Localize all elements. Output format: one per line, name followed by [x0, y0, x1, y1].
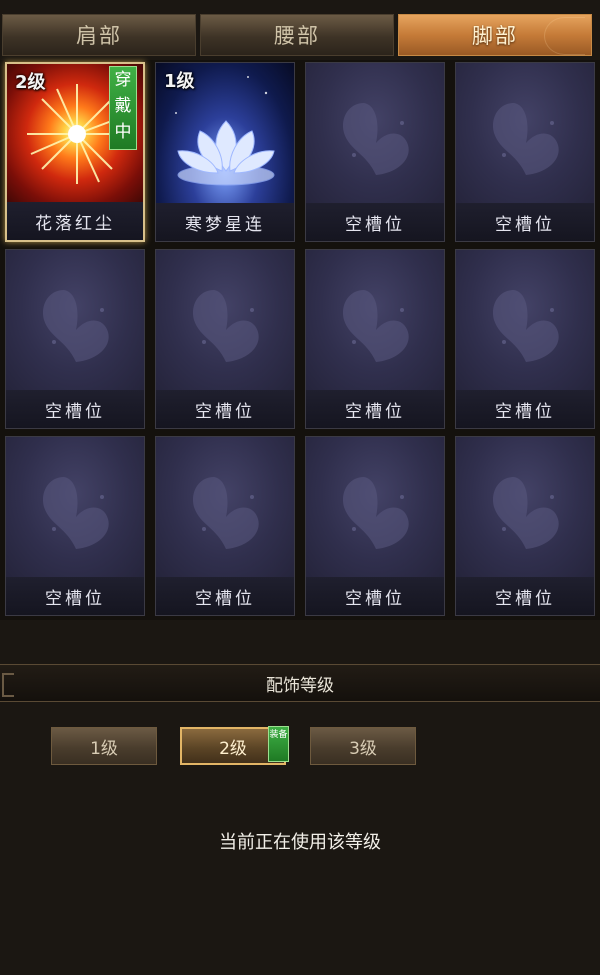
item-name: 花落红尘: [7, 202, 143, 240]
empty-slot[interactable]: 空槽位: [155, 249, 295, 429]
empty-slot[interactable]: 空槽位: [455, 62, 595, 242]
empty-slot[interactable]: 空槽位: [5, 249, 145, 429]
butterfly-icon: [342, 290, 409, 362]
accessory-grid: 2级 穿戴中 花落红尘 1级 寒梦星连 空槽位 空槽位 空槽位 空槽位 空槽位 …: [0, 60, 600, 620]
slot-label: 空槽位: [306, 203, 444, 241]
empty-slot[interactable]: 空槽位: [305, 436, 445, 616]
cloud-ornament-icon: [544, 17, 585, 55]
accessory-slot[interactable]: 1级 寒梦星连: [155, 62, 295, 242]
butterfly-icon: [342, 477, 409, 549]
slot-label: 空槽位: [456, 577, 594, 615]
level-section-title: 配饰等级: [266, 675, 334, 696]
tab-feet-label: 脚部: [472, 24, 518, 48]
tab-feet[interactable]: 脚部: [398, 14, 592, 56]
equipped-tag: 装备: [268, 726, 289, 762]
slot-label: 空槽位: [6, 390, 144, 428]
accessory-slot[interactable]: 2级 穿戴中 花落红尘: [5, 62, 145, 242]
empty-slot[interactable]: 空槽位: [155, 436, 295, 616]
butterfly-icon: [192, 477, 259, 549]
butterfly-icon: [492, 103, 559, 175]
level-3-button[interactable]: 3级: [310, 727, 416, 765]
level-section-header: 配饰等级: [0, 664, 600, 702]
equipped-badge: 穿戴中: [109, 66, 137, 150]
empty-slot[interactable]: 空槽位: [455, 436, 595, 616]
part-tabs: 肩部 腰部 脚部: [0, 0, 600, 60]
header-cap-ornament: [2, 673, 14, 697]
butterfly-icon: [192, 290, 259, 362]
slot-label: 空槽位: [456, 203, 594, 241]
item-name: 寒梦星连: [156, 203, 294, 241]
level-status-text: 当前正在使用该等级: [219, 832, 381, 853]
slot-label: 空槽位: [156, 390, 294, 428]
level-1-button[interactable]: 1级: [51, 727, 157, 765]
tab-shoulder[interactable]: 肩部: [2, 14, 196, 56]
empty-slot[interactable]: 空槽位: [5, 436, 145, 616]
item-level: 2级: [15, 72, 46, 93]
butterfly-icon: [492, 477, 559, 549]
item-level: 1级: [164, 71, 195, 92]
empty-slot[interactable]: 空槽位: [305, 62, 445, 242]
slot-label: 空槽位: [456, 390, 594, 428]
empty-slot[interactable]: 空槽位: [455, 249, 595, 429]
butterfly-icon: [342, 103, 409, 175]
butterfly-icon: [42, 477, 109, 549]
empty-slot[interactable]: 空槽位: [305, 249, 445, 429]
slot-label: 空槽位: [306, 577, 444, 615]
tab-waist[interactable]: 腰部: [200, 14, 394, 56]
butterfly-icon: [492, 290, 559, 362]
slot-label: 空槽位: [6, 577, 144, 615]
slot-label: 空槽位: [156, 577, 294, 615]
butterfly-icon: [42, 290, 109, 362]
slot-label: 空槽位: [306, 390, 444, 428]
